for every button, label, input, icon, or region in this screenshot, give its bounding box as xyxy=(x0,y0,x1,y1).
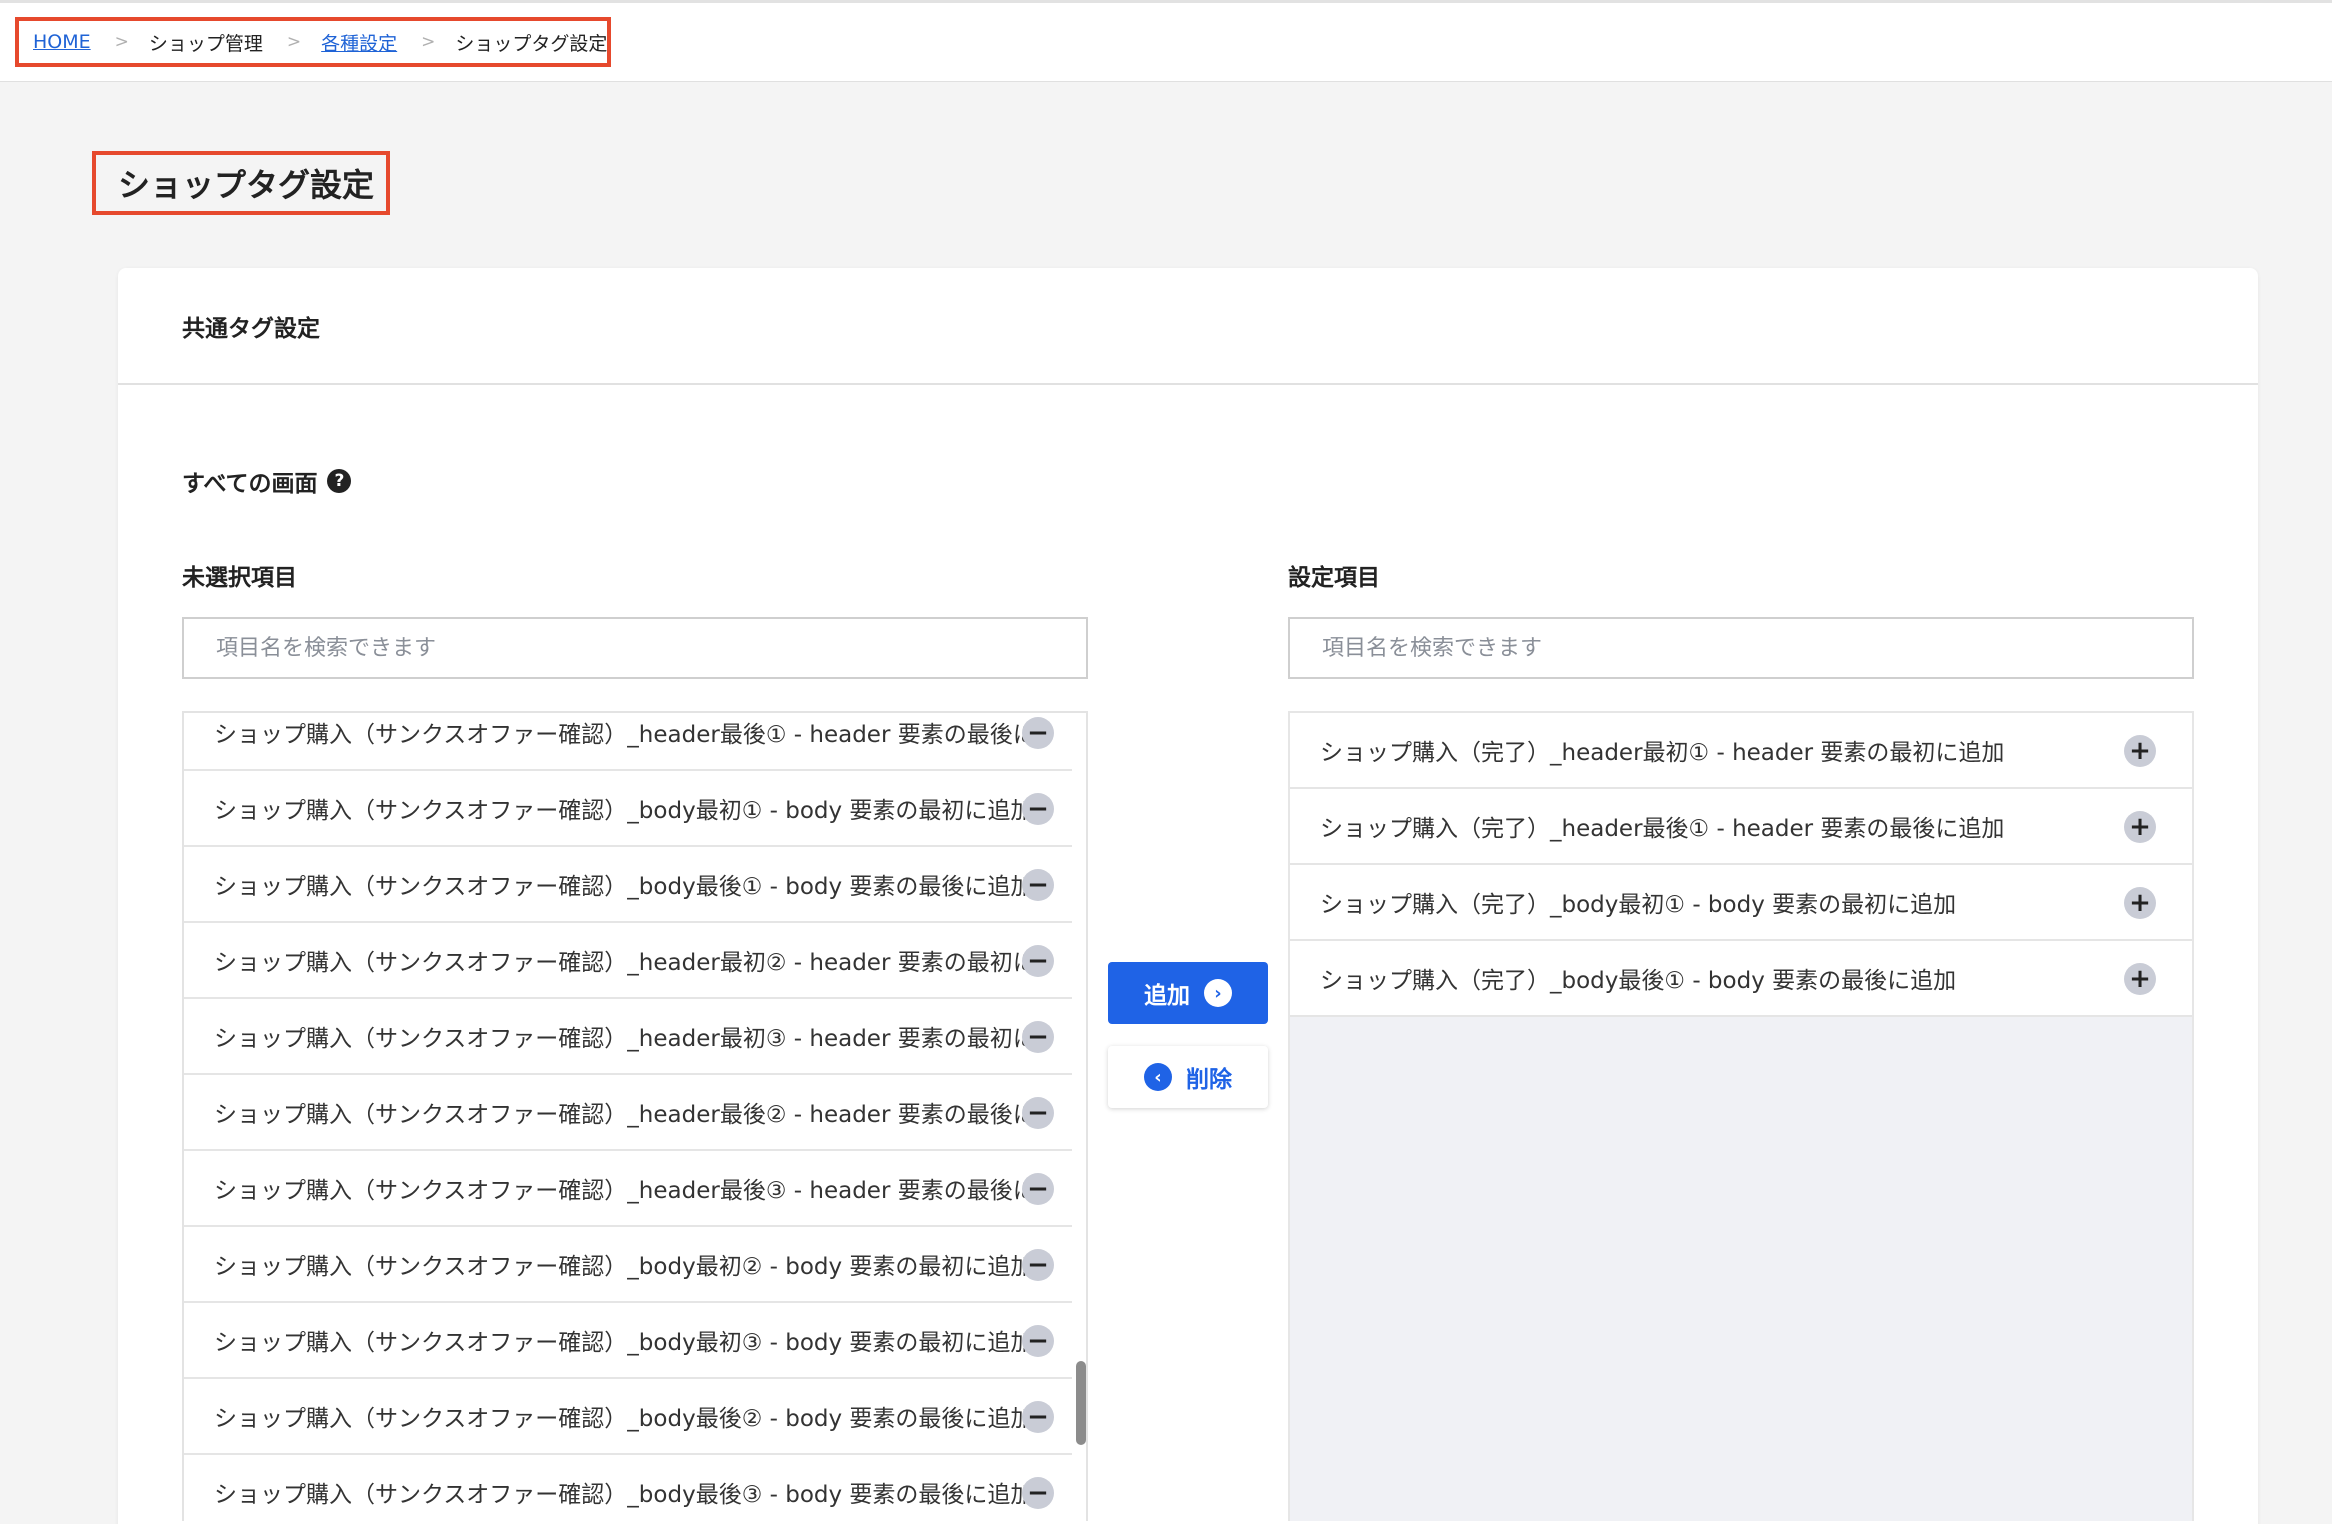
section-label: すべての画面 ? xyxy=(182,464,352,498)
list-item[interactable]: ショップ購入（サンクスオファー確認）_header最後③ - header 要素… xyxy=(184,1151,1072,1227)
list-item-label: ショップ購入（完了）_body最後① - body 要素の最後に追加 xyxy=(1320,968,1957,994)
minus-icon[interactable]: − xyxy=(1022,1477,1054,1509)
section-label-text: すべての画面 xyxy=(182,471,318,497)
minus-icon[interactable]: − xyxy=(1022,1021,1054,1053)
minus-icon[interactable]: − xyxy=(1022,945,1054,977)
unselected-list-scrollbar[interactable] xyxy=(1074,713,1086,1521)
list-item[interactable]: ショップ購入（サンクスオファー確認）_body最後③ - body 要素の最後に… xyxy=(184,1455,1072,1521)
list-item-label: ショップ購入（サンクスオファー確認）_body最初① - body 要素の最初に… xyxy=(214,798,1026,824)
minus-icon[interactable]: − xyxy=(1022,717,1054,749)
list-item-label: ショップ購入（完了）_header最初① - header 要素の最初に追加 xyxy=(1320,740,2005,766)
list-item-label: ショップ購入（サンクスオファー確認）_body最後② - body 要素の最後に… xyxy=(214,1406,1026,1432)
breadcrumb-home-link[interactable]: HOME xyxy=(33,31,91,53)
minus-icon[interactable]: − xyxy=(1022,869,1054,901)
plus-icon[interactable]: + xyxy=(2124,963,2156,995)
list-item-label: ショップ購入（サンクスオファー確認）_body最初③ - body 要素の最初に… xyxy=(214,1330,1026,1356)
selected-list[interactable]: ショップ購入（完了）_header最初① - header 要素の最初に追加 + シ… xyxy=(1288,711,2194,1521)
chevron-right-icon: › xyxy=(1204,979,1232,1007)
breadcrumb-settings-link[interactable]: 各種設定 xyxy=(321,29,397,56)
plus-icon[interactable]: + xyxy=(2124,887,2156,919)
selected-search-input[interactable] xyxy=(1288,617,2194,679)
breadcrumb-separator: > xyxy=(114,32,129,52)
minus-icon[interactable]: − xyxy=(1022,1325,1054,1357)
unselected-search-input[interactable] xyxy=(182,617,1088,679)
list-item-label: ショップ購入（完了）_body最初① - body 要素の最初に追加 xyxy=(1320,892,1957,918)
selected-list-inner: ショップ購入（完了）_header最初① - header 要素の最初に追加 + シ… xyxy=(1290,713,2192,1017)
plus-icon[interactable]: + xyxy=(2124,811,2156,843)
list-item-label: ショップ購入（サンクスオファー確認）_body最後③ - body 要素の最後に… xyxy=(214,1482,1026,1508)
list-item[interactable]: ショップ購入（完了）_body最後① - body 要素の最後に追加 + xyxy=(1290,941,2192,1017)
add-button[interactable]: 追加 › xyxy=(1108,962,1268,1024)
unselected-list-inner: ショップ購入（サンクスオファー確認）_header最後① - header 要素… xyxy=(184,713,1072,1521)
minus-icon[interactable]: − xyxy=(1022,793,1054,825)
page-title-box: ショップタグ設定 xyxy=(92,151,390,215)
list-item[interactable]: ショップ購入（サンクスオファー確認）_header最初③ - header 要素… xyxy=(184,999,1072,1075)
list-item[interactable]: ショップ購入（サンクスオファー確認）_body最後② - body 要素の最後に… xyxy=(184,1379,1072,1455)
breadcrumb-separator: > xyxy=(286,32,302,52)
list-item[interactable]: ショップ購入（完了）_body最初① - body 要素の最初に追加 + xyxy=(1290,865,2192,941)
remove-button-label: 削除 xyxy=(1186,1067,1232,1093)
list-item-label: ショップ購入（サンクスオファー確認）_body最後① - body 要素の最後に… xyxy=(214,874,1026,900)
list-item[interactable]: ショップ購入（サンクスオファー確認）_body最初② - body 要素の最初に… xyxy=(184,1227,1072,1303)
minus-icon[interactable]: − xyxy=(1022,1097,1054,1129)
list-item[interactable]: ショップ購入（サンクスオファー確認）_body最後① - body 要素の最後に… xyxy=(184,847,1072,923)
list-item-label: ショップ購入（サンクスオファー確認）_body最初② - body 要素の最初に… xyxy=(214,1254,1026,1280)
list-item[interactable]: ショップ購入（完了）_header最初① - header 要素の最初に追加 + xyxy=(1290,713,2192,789)
breadcrumb-shop-admin: ショップ管理 xyxy=(148,32,263,55)
card-header: 共通タグ設定 xyxy=(118,268,2258,385)
list-item-label: ショップ購入（完了）_header最後① - header 要素の最後に追加 xyxy=(1320,816,2005,842)
minus-icon[interactable]: − xyxy=(1022,1173,1054,1205)
top-bar: HOME > ショップ管理 > 各種設定 > ショップタグ設定 xyxy=(0,0,2332,82)
selected-label: 設定項目 xyxy=(1288,565,1380,591)
chevron-left-icon: ‹ xyxy=(1144,1063,1172,1091)
list-item[interactable]: ショップ購入（サンクスオファー確認）_header最後② - header 要素… xyxy=(184,1075,1072,1151)
breadcrumb: HOME > ショップ管理 > 各種設定 > ショップタグ設定 xyxy=(15,17,611,67)
list-item-label: ショップ購入（サンクスオファー確認）_header最初② - header 要素… xyxy=(214,950,1026,976)
list-item[interactable]: ショップ購入（サンクスオファー確認）_body最初③ - body 要素の最初に… xyxy=(184,1303,1072,1379)
list-item-label: ショップ購入（サンクスオファー確認）_header最後③ - header 要素… xyxy=(214,1178,1026,1204)
list-item[interactable]: ショップ購入（サンクスオファー確認）_header最初② - header 要素… xyxy=(184,923,1072,999)
scroll-thumb[interactable] xyxy=(1076,1361,1086,1445)
breadcrumb-separator: > xyxy=(421,32,436,52)
list-item-label: ショップ購入（サンクスオファー確認）_header最後② - header 要素… xyxy=(214,1102,1026,1128)
breadcrumb-current: ショップタグ設定 xyxy=(455,32,608,55)
plus-icon[interactable]: + xyxy=(2124,735,2156,767)
help-icon[interactable]: ? xyxy=(327,469,352,493)
add-button-label: 追加 xyxy=(1144,983,1190,1009)
minus-icon[interactable]: − xyxy=(1022,1249,1054,1281)
unselected-list[interactable]: ショップ購入（サンクスオファー確認）_header最後① - header 要素… xyxy=(182,711,1088,1521)
list-item[interactable]: ショップ購入（サンクスオファー確認）_body最初① - body 要素の最初に… xyxy=(184,771,1072,847)
minus-icon[interactable]: − xyxy=(1022,1401,1054,1433)
common-tag-settings-card: 共通タグ設定 すべての画面 ? 未選択項目 ショップ購入（サンクスオファー確認）… xyxy=(118,268,2258,1524)
list-item[interactable]: ショップ購入（サンクスオファー確認）_header最後① - header 要素… xyxy=(184,713,1072,771)
list-item-label: ショップ購入（サンクスオファー確認）_header最後① - header 要素… xyxy=(214,722,1026,748)
remove-button[interactable]: ‹ 削除 xyxy=(1108,1046,1268,1108)
list-item-label: ショップ購入（サンクスオファー確認）_header最初③ - header 要素… xyxy=(214,1026,1026,1052)
page-title: ショップタグ設定 xyxy=(118,166,375,204)
list-item[interactable]: ショップ購入（完了）_header最後① - header 要素の最後に追加 + xyxy=(1290,789,2192,865)
card-title: 共通タグ設定 xyxy=(182,315,320,342)
unselected-label: 未選択項目 xyxy=(182,565,297,591)
